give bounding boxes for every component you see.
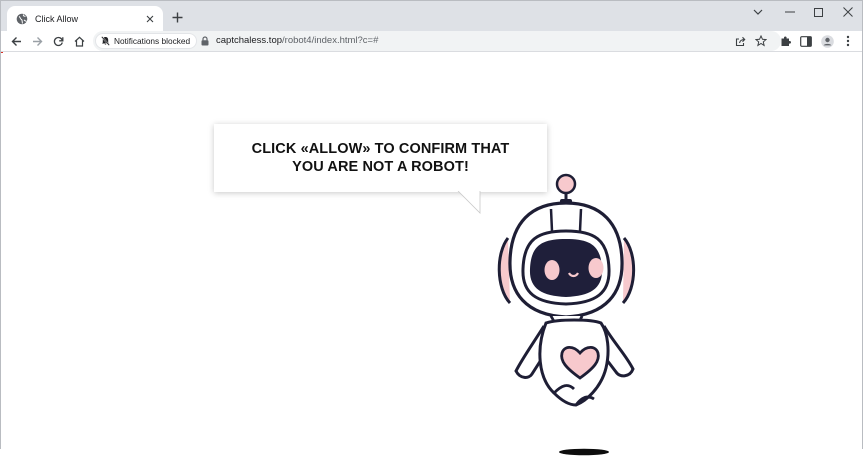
title-bar: Click Allow: [1, 1, 862, 31]
extensions-puzzle-icon[interactable]: [778, 33, 794, 49]
notifications-chip-label: Notifications blocked: [114, 36, 191, 46]
url-path: /robot4/index.html?c=#: [282, 35, 379, 46]
profile-avatar-icon[interactable]: [819, 33, 835, 49]
notifications-blocked-chip[interactable]: Notifications blocked: [95, 33, 198, 49]
browser-toolbar: Notifications blocked captchaless.top/ro…: [1, 31, 862, 52]
url-host: captchaless.top: [216, 35, 283, 46]
bell-off-icon: [101, 36, 110, 46]
robot-illustration: [497, 173, 636, 456]
close-tab-icon[interactable]: [143, 12, 157, 26]
menu-dots-icon[interactable]: [840, 33, 856, 49]
home-icon[interactable]: [71, 33, 87, 49]
bookmark-star-icon[interactable]: [753, 33, 769, 49]
page-headline: CLICK «ALLOW» TO CONFIRM THAT YOU ARE NO…: [251, 141, 510, 175]
tab-click-allow[interactable]: Click Allow: [7, 6, 163, 31]
new-tab-button[interactable]: [169, 9, 185, 25]
minimize-button[interactable]: [775, 3, 805, 21]
url-text[interactable]: captchaless.top/robot4/index.html?c=#: [216, 35, 378, 46]
forward-arrow-icon[interactable]: [29, 33, 45, 49]
close-window-button[interactable]: [833, 3, 863, 21]
browser-window: Click Allow Notifications blocked captch…: [0, 0, 863, 456]
tab-search-chevron-icon[interactable]: [743, 3, 773, 21]
lock-icon[interactable]: [201, 36, 211, 46]
speech-bubble-tail: [457, 191, 481, 214]
maximize-button[interactable]: [803, 3, 833, 21]
back-arrow-icon[interactable]: [8, 33, 24, 49]
address-bar[interactable]: Notifications blocked captchaless.top/ro…: [93, 31, 781, 51]
page-content: CLICK «ALLOW» TO CONFIRM THAT YOU ARE NO…: [1, 53, 862, 456]
tab-title: Click Allow: [35, 13, 79, 24]
globe-icon: [16, 13, 28, 25]
side-panel-icon[interactable]: [798, 33, 814, 49]
share-icon[interactable]: [732, 33, 748, 49]
reload-icon[interactable]: [50, 33, 66, 49]
